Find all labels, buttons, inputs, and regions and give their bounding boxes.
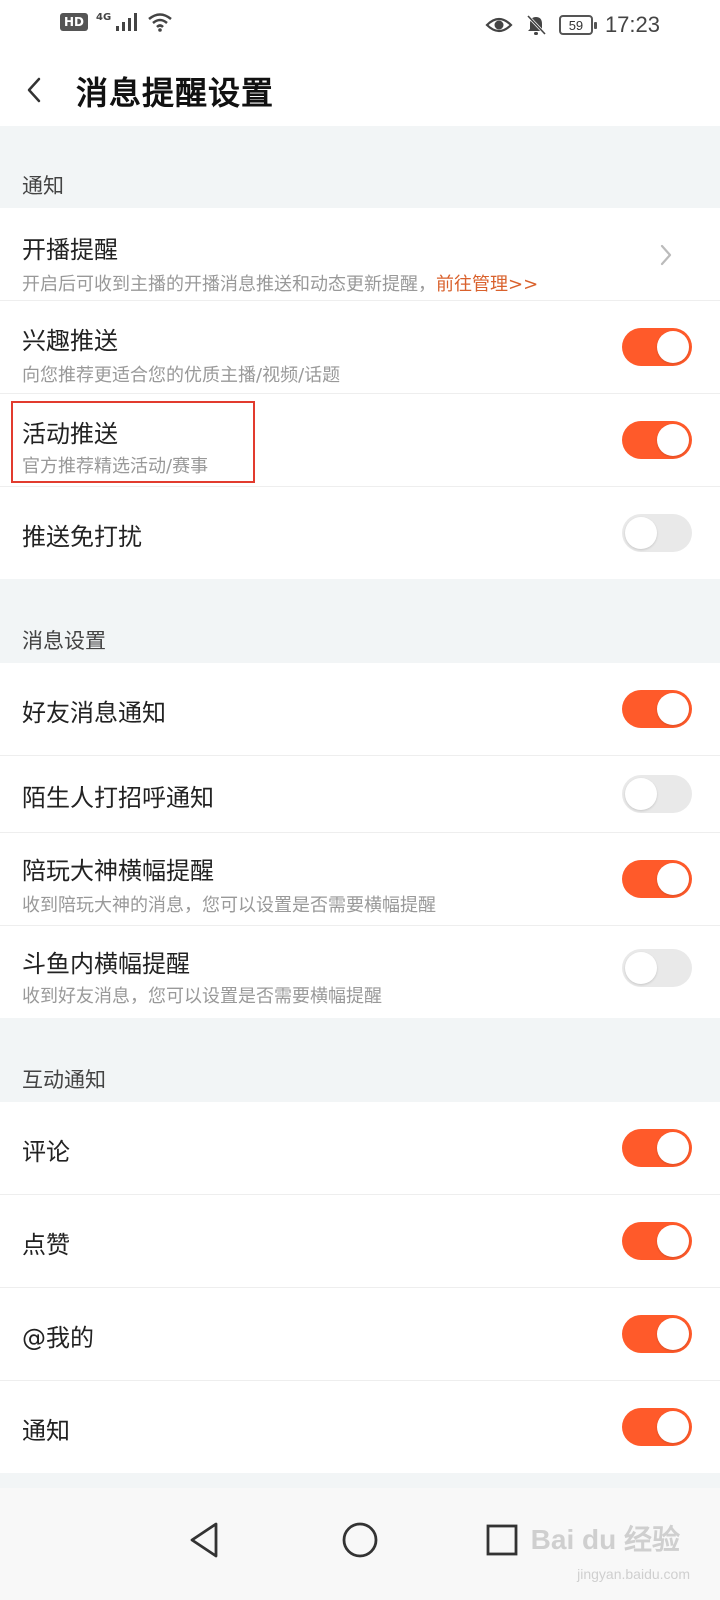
setting-row-mention: @我的 (0, 1288, 720, 1381)
triangle-back-icon (190, 1522, 218, 1558)
toggle-knob (657, 424, 689, 456)
like-toggle[interactable] (622, 1222, 692, 1260)
row-title: 活动推送 (22, 420, 118, 448)
group-notify: 开播提醒 开启后可收到主播的开播消息推送和动态更新提醒，前往管理>> 兴趣推送 … (0, 208, 720, 579)
back-arrow-icon (27, 77, 41, 103)
toggle-knob (657, 863, 689, 895)
eye-icon (485, 17, 513, 33)
status-bar: HD 4G 59 17:23 (0, 0, 720, 52)
row-title: 通知 (22, 1417, 70, 1445)
app-header: 消息提醒设置 (0, 52, 720, 126)
nav-home-button[interactable] (330, 1510, 390, 1570)
stranger-greet-toggle[interactable] (622, 775, 692, 813)
row-title: 推送免打扰 (22, 523, 142, 551)
back-button[interactable] (14, 70, 54, 110)
setting-row-notice: 通知 (0, 1381, 720, 1473)
square-recent-icon (486, 1524, 518, 1556)
battery-level: 59 (568, 17, 584, 33)
section-title: 通知 (22, 174, 64, 198)
setting-row-friend-msg: 好友消息通知 (0, 663, 720, 756)
nav-back-button[interactable] (174, 1510, 234, 1570)
setting-row-live-reminder[interactable]: 开播提醒 开启后可收到主播的开播消息推送和动态更新提醒，前往管理>> (0, 208, 720, 301)
setting-row-like: 点赞 (0, 1195, 720, 1288)
toggle-knob (657, 1411, 689, 1443)
section-header-message: 消息设置 (0, 579, 720, 663)
bell-mute-icon (526, 14, 547, 36)
row-title: 好友消息通知 (22, 699, 166, 727)
group-interaction: 评论 点赞 @我的 通知 (0, 1102, 720, 1473)
row-subtitle: 收到好友消息，您可以设置是否需要横幅提醒 (22, 986, 382, 1007)
row-title: 点赞 (22, 1231, 70, 1259)
row-subtitle: 向您推荐更适合您的优质主播/视频/话题 (22, 365, 341, 386)
row-title: 陪玩大神横幅提醒 (22, 857, 214, 885)
circle-home-icon (342, 1522, 378, 1558)
toggle-knob (657, 1225, 689, 1257)
dnd-toggle[interactable] (622, 514, 692, 552)
row-subtitle: 官方推荐精选活动/赛事 (22, 456, 209, 477)
network-type: 4G (96, 12, 112, 23)
watermark-logo: Bai du 经验 (530, 1524, 680, 1555)
row-title: 开播提醒 (22, 236, 118, 264)
setting-row-inapp-banner: 斗鱼内横幅提醒 收到好友消息，您可以设置是否需要横幅提醒 (0, 926, 720, 1018)
toggle-knob (657, 693, 689, 725)
clock: 17:23 (604, 12, 660, 37)
mention-toggle[interactable] (622, 1315, 692, 1353)
row-title: 斗鱼内横幅提醒 (22, 950, 190, 978)
system-nav-bar: Bai du 经验 jingyan.baidu.com (0, 1488, 720, 1600)
toggle-knob (625, 952, 657, 984)
chevron-right-icon (660, 244, 672, 266)
row-subtitle: 收到陪玩大神的消息，您可以设置是否需要横幅提醒 (22, 895, 436, 916)
section-header-notify: 通知 (0, 126, 720, 208)
battery-icon: 59 (558, 15, 597, 35)
toggle-knob (625, 778, 657, 810)
activity-push-toggle[interactable] (622, 421, 692, 459)
toggle-knob (657, 1318, 689, 1350)
page-title: 消息提醒设置 (76, 74, 275, 112)
setting-row-activity-push: 活动推送 官方推荐精选活动/赛事 (0, 394, 720, 487)
inapp-banner-toggle[interactable] (622, 949, 692, 987)
toggle-knob (625, 517, 657, 549)
group-message: 好友消息通知 陌生人打招呼通知 陪玩大神横幅提醒 收到陪玩大神的消息，您可以设置… (0, 663, 720, 1018)
toggle-knob (657, 331, 689, 363)
nav-recent-button[interactable] (472, 1510, 532, 1570)
watermark-url: jingyan.baidu.com (577, 1566, 690, 1582)
notice-toggle[interactable] (622, 1408, 692, 1446)
hd-badge: HD (60, 13, 89, 31)
setting-row-interest-push: 兴趣推送 向您推荐更适合您的优质主播/视频/话题 (0, 301, 720, 394)
section-title: 消息设置 (22, 629, 106, 653)
row-title: 兴趣推送 (22, 327, 118, 355)
setting-row-comment: 评论 (0, 1102, 720, 1195)
wifi-icon (148, 13, 172, 32)
section-header-interaction: 互动通知 (0, 1018, 720, 1102)
row-title: 评论 (22, 1138, 70, 1166)
toggle-knob (657, 1132, 689, 1164)
row-title: @我的 (22, 1324, 94, 1352)
row-subtitle: 开启后可收到主播的开播消息推送和动态更新提醒，前往管理>> (22, 274, 539, 295)
manage-link[interactable]: 前往管理>> (436, 274, 538, 295)
comment-toggle[interactable] (622, 1129, 692, 1167)
setting-row-dnd: 推送免打扰 (0, 487, 720, 579)
interest-push-toggle[interactable] (622, 328, 692, 366)
companion-banner-toggle[interactable] (622, 860, 692, 898)
section-title: 互动通知 (22, 1068, 106, 1092)
signal-icon (116, 13, 138, 31)
setting-row-companion-banner: 陪玩大神横幅提醒 收到陪玩大神的消息，您可以设置是否需要横幅提醒 (0, 833, 720, 926)
friend-msg-toggle[interactable] (622, 690, 692, 728)
row-title: 陌生人打招呼通知 (22, 784, 214, 812)
setting-row-stranger-greet: 陌生人打招呼通知 (0, 756, 720, 833)
